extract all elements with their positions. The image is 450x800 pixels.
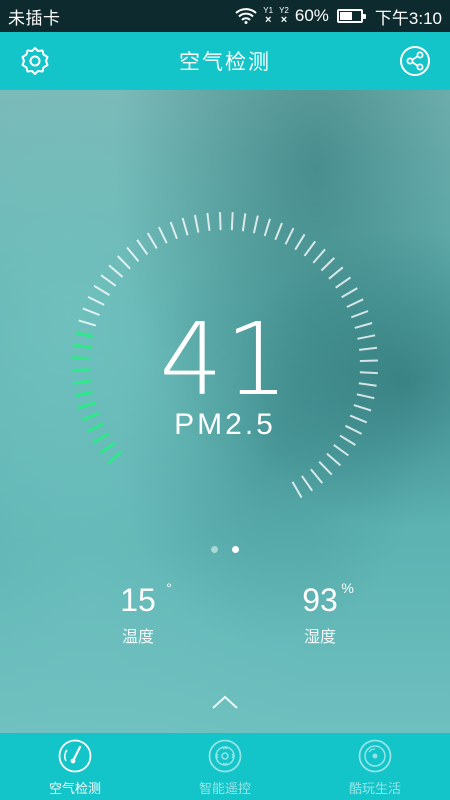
gauge-tick bbox=[157, 226, 168, 244]
bottom-nav: 空气检测 智能遥控 酷玩生活 bbox=[0, 733, 450, 800]
gauge-tick bbox=[312, 248, 326, 264]
gauge-tick bbox=[333, 444, 349, 457]
wifi-icon bbox=[235, 8, 257, 24]
gauge-tick bbox=[328, 266, 344, 280]
gauge-tick bbox=[274, 222, 283, 241]
gauge-icon bbox=[58, 739, 92, 773]
gauge-tick bbox=[169, 221, 178, 240]
tab-air-quality[interactable]: 空气检测 bbox=[0, 733, 150, 800]
humidity-stat: 93% 湿度 bbox=[260, 580, 380, 647]
gauge-tick bbox=[100, 274, 117, 287]
gauge-tick bbox=[303, 240, 317, 257]
gauge-tick bbox=[193, 214, 200, 233]
settings-button[interactable] bbox=[18, 44, 52, 78]
air-quality-panel[interactable]: 41 PM2.5 15 ° 温度 93% 湿度 bbox=[0, 90, 450, 733]
gauge-tick bbox=[230, 212, 234, 231]
gauge-tick bbox=[291, 481, 303, 498]
share-icon bbox=[400, 46, 430, 76]
gauge-tick bbox=[108, 264, 124, 278]
page-indicator bbox=[0, 546, 450, 553]
page-dot[interactable] bbox=[232, 546, 239, 553]
share-button[interactable] bbox=[398, 44, 432, 78]
gauge-tick-active bbox=[106, 450, 123, 465]
gauge-tick bbox=[301, 475, 314, 492]
disc-icon bbox=[358, 739, 392, 773]
temperature-stat: 15 ° 温度 bbox=[78, 580, 198, 647]
sim1-indicator: Y1 × bbox=[263, 5, 274, 26]
title-bar: 空气检测 bbox=[0, 32, 450, 90]
gauge-tick bbox=[335, 276, 352, 289]
gauge-tick bbox=[116, 255, 131, 270]
status-icons: Y1 × Y2 × 60% 下午3:10 bbox=[235, 4, 442, 29]
humidity-value: 93% bbox=[302, 580, 354, 618]
gauge-tick-active bbox=[99, 441, 116, 455]
pm25-label: PM2.5 bbox=[174, 408, 276, 441]
gauge-tick bbox=[326, 452, 342, 467]
gauge-tick bbox=[341, 287, 358, 299]
sim2-indicator: Y2 × bbox=[279, 5, 289, 26]
temperature-value: 15 ° bbox=[120, 580, 172, 618]
tab-cool-life[interactable]: 酷玩生活 bbox=[300, 733, 450, 800]
clock: 下午3:10 bbox=[374, 8, 442, 28]
temperature-unit: ° bbox=[166, 580, 172, 596]
gauge-tick bbox=[320, 257, 335, 272]
gauge-tick bbox=[318, 461, 333, 476]
chevron-up-icon[interactable] bbox=[212, 695, 238, 709]
gauge-tick bbox=[93, 284, 111, 296]
tab-smart-remote-label: 智能遥控 bbox=[198, 781, 251, 796]
temperature-label: 温度 bbox=[121, 629, 154, 646]
page-title: 空气检测 bbox=[179, 51, 271, 74]
tab-smart-remote[interactable]: 智能遥控 bbox=[150, 733, 300, 800]
gauge-tick bbox=[263, 218, 271, 237]
battery-percent: 60% bbox=[294, 6, 329, 25]
humidity-label: 湿度 bbox=[303, 629, 336, 646]
gauge-tick bbox=[219, 212, 222, 231]
gear-icon bbox=[21, 47, 49, 75]
humidity-unit: % bbox=[341, 580, 354, 596]
gauge-tick bbox=[136, 239, 149, 256]
gauge-tick bbox=[294, 233, 306, 251]
status-bar: 未插卡 Y1 × Y2 × 60% 下午3:10 bbox=[0, 0, 450, 32]
gauge-tick bbox=[87, 296, 105, 306]
carrier-text: 未插卡 bbox=[8, 8, 61, 28]
gauge-tick bbox=[284, 227, 295, 245]
gauge-tick bbox=[241, 213, 247, 232]
remote-icon bbox=[208, 739, 242, 773]
page-dot[interactable] bbox=[211, 546, 218, 553]
tab-cool-life-label: 酷玩生活 bbox=[348, 781, 401, 796]
pm25-value: 41 bbox=[159, 301, 291, 418]
tab-air-quality-label: 空气检测 bbox=[48, 781, 101, 796]
gauge-tick bbox=[181, 217, 189, 236]
gauge-tick bbox=[346, 298, 364, 308]
gauge-tick bbox=[252, 215, 259, 234]
gauge-tick bbox=[310, 468, 324, 484]
gauge-tick bbox=[146, 232, 158, 250]
battery-icon bbox=[336, 9, 366, 23]
gauge-tick bbox=[126, 246, 140, 262]
gauge-tick bbox=[206, 212, 211, 232]
